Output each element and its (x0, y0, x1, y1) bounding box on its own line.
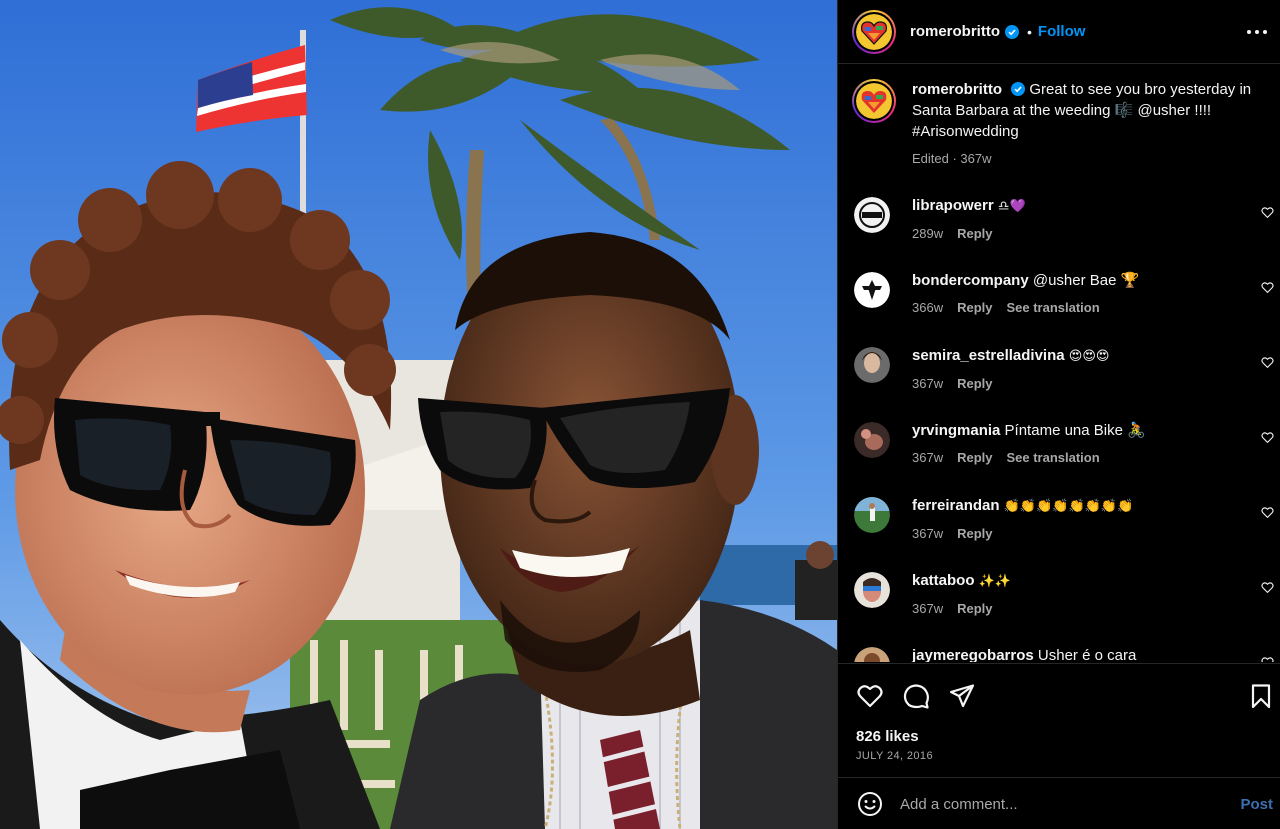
comment-item: jaymeregobarros Usher é o cara (854, 645, 1274, 662)
comment-text: Usher é o cara (1037, 647, 1137, 662)
comment-time: 367w (912, 601, 944, 616)
like-comment-heart-icon[interactable] (1261, 206, 1274, 219)
comment-username[interactable]: semira_estrelladivina (912, 347, 1065, 364)
verified-badge-icon (1005, 24, 1019, 39)
comment-avatar[interactable] (854, 572, 890, 608)
post-caption: romerobritto Great to see you bro yester… (852, 79, 1272, 169)
verified-badge-icon (1011, 82, 1026, 96)
comment-avatar[interactable] (854, 347, 890, 383)
comment-item: semira_estrelladivina 😍😍😍 367w Reply (854, 345, 1274, 391)
comment-username[interactable]: ferreirandan (912, 497, 1000, 514)
like-comment-heart-icon[interactable] (1261, 356, 1274, 369)
caption-meta: Edited · 367w (912, 151, 992, 166)
comment-username[interactable]: yrvingmania (912, 422, 1000, 439)
comment-item: bondercompany @usher Bae 🏆 366w Reply See … (854, 270, 1274, 315)
comment-composer: Post (838, 777, 1280, 829)
post-header: romerobritto • Follow (838, 0, 1280, 64)
like-comment-heart-icon[interactable] (1261, 431, 1274, 444)
reply-button[interactable]: Reply (957, 450, 992, 465)
comment-username[interactable]: kattaboo (912, 572, 975, 589)
post-actions: 826 likes JULY 24, 2016 Post (838, 663, 1280, 829)
post-author-username[interactable]: romerobritto (910, 23, 1000, 40)
bookmark-icon[interactable] (1247, 682, 1275, 710)
reply-button[interactable]: Reply (957, 226, 992, 241)
more-options-icon[interactable] (1247, 22, 1267, 42)
like-comment-heart-icon[interactable] (1261, 581, 1274, 594)
reply-button[interactable]: Reply (957, 300, 992, 315)
comment-avatar[interactable] (854, 647, 890, 662)
caption-username[interactable]: romerobritto (912, 81, 1002, 98)
like-comment-heart-icon[interactable] (1261, 506, 1274, 519)
follow-button[interactable]: Follow (1038, 23, 1086, 40)
see-translation-button[interactable]: See translation (1006, 300, 1099, 315)
post-photo[interactable] (0, 0, 837, 829)
comments-list[interactable]: romerobritto Great to see you bro yester… (838, 65, 1280, 662)
comment-item: kattaboo ✨✨ 367w Reply (854, 570, 1274, 616)
comment-item: yrvingmania Píntame una Bike 🚴 367w Reply… (854, 420, 1274, 465)
comment-time: 367w (912, 450, 944, 465)
comment-avatar[interactable] (854, 272, 890, 308)
comment-text: 😍😍😍 (1068, 349, 1110, 364)
like-comment-heart-icon[interactable] (1261, 281, 1274, 294)
comment-item: ferreirandan 👏👏👏👏👏👏👏👏 367w Reply (854, 495, 1274, 541)
comment-avatar[interactable] (854, 497, 890, 533)
comment-time: 367w (912, 376, 944, 391)
comment-text: ✨✨ (978, 574, 1012, 589)
comment-icon[interactable] (902, 682, 930, 710)
like-comment-heart-icon[interactable] (1261, 656, 1274, 662)
romerobritto-avatar-art (856, 83, 892, 119)
romerobritto-avatar-art (856, 13, 892, 50)
share-icon[interactable] (948, 682, 976, 710)
comment-text: 👏👏👏👏👏👏👏👏 (1003, 499, 1134, 514)
comment-avatar[interactable] (854, 422, 890, 458)
heart-icon[interactable] (856, 682, 884, 710)
reply-button[interactable]: Reply (957, 526, 992, 541)
caption-avatar[interactable] (852, 79, 896, 123)
comment-username[interactable]: jaymeregobarros (912, 647, 1034, 662)
post-side-panel: romerobritto • Follow romerobritto Great… (837, 0, 1280, 829)
comment-username[interactable]: librapowerr (912, 197, 994, 214)
post-comment-button[interactable]: Post (1240, 796, 1273, 813)
comment-username[interactable]: bondercompany (912, 272, 1029, 289)
comment-time: 367w (912, 526, 944, 541)
add-comment-input[interactable] (900, 795, 1218, 813)
see-translation-button[interactable]: See translation (1006, 450, 1099, 465)
comment-text: Píntame una Bike 🚴 (1004, 422, 1146, 439)
reply-button[interactable]: Reply (957, 601, 992, 616)
separator-dot: • (1027, 23, 1032, 40)
post-date: JULY 24, 2016 (856, 750, 933, 762)
emoji-icon[interactable] (856, 790, 884, 818)
comment-time: 289w (912, 226, 944, 241)
comment-avatar[interactable] (854, 197, 890, 233)
comment-time: 366w (912, 300, 944, 315)
comment-text: ♎💜 (997, 199, 1026, 214)
likes-count[interactable]: 826 likes (856, 728, 919, 745)
comment-text: @usher Bae 🏆 (1032, 272, 1140, 289)
avatar[interactable] (852, 9, 896, 54)
comment-item: librapowerr ♎💜 289w Reply (854, 195, 1274, 241)
selfie-photo-illustration (0, 0, 837, 829)
reply-button[interactable]: Reply (957, 376, 992, 391)
